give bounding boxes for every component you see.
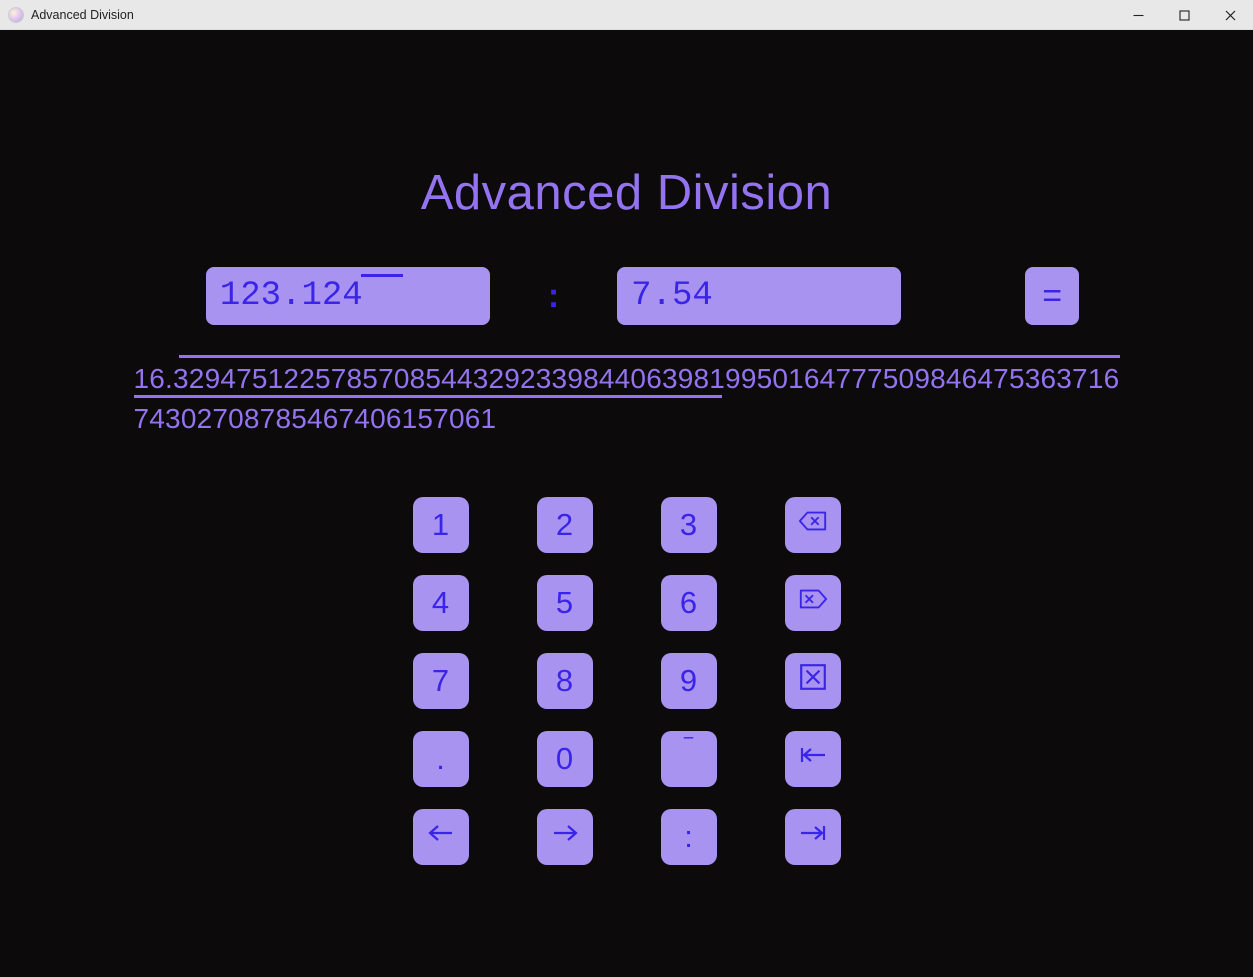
backspace-icon [798,506,828,544]
equals-button[interactable]: = [1025,267,1079,325]
key-home[interactable] [785,731,841,787]
minimize-button[interactable] [1115,0,1161,30]
key-4[interactable]: 4 [413,575,469,631]
key-3[interactable]: 3 [661,497,717,553]
overline-label: ‾ [685,735,693,763]
key-1[interactable]: 1 [413,497,469,553]
key-2[interactable]: 2 [537,497,593,553]
key-colon[interactable]: : [661,809,717,865]
key-delete-forward[interactable] [785,575,841,631]
divisor-field-wrap [617,267,901,325]
key-9[interactable]: 9 [661,653,717,709]
dividend-input[interactable] [206,267,490,325]
repeating-overline-icon [361,274,403,277]
dividend-field-wrap [206,267,490,325]
key-overline[interactable]: ‾ [661,731,717,787]
key-end[interactable] [785,809,841,865]
key-clear[interactable] [785,653,841,709]
close-button[interactable] [1207,0,1253,30]
delete-forward-icon [798,584,828,622]
app-body: Advanced Division : = 16.329475122578570… [0,30,1253,977]
result-line-1: 16.3294751225785708544329233984406398199… [134,363,1041,394]
maximize-button[interactable] [1161,0,1207,30]
result-block: 16.3294751225785708544329233984406398199… [134,359,1120,439]
window-titlebar: Advanced Division [0,0,1253,30]
key-dot[interactable]: . [413,731,469,787]
division-operator-label: : [548,277,559,316]
key-0[interactable]: 0 [537,731,593,787]
key-8[interactable]: 8 [537,653,593,709]
clear-icon [798,662,828,700]
key-7[interactable]: 7 [413,653,469,709]
app-icon [8,7,24,23]
arrow-bar-left-icon [798,740,828,778]
key-backspace[interactable] [785,497,841,553]
key-6[interactable]: 6 [661,575,717,631]
arrow-right-icon [550,818,580,856]
page-title: Advanced Division [0,30,1253,221]
equals-label: = [1042,277,1062,316]
result-overline-icon [179,355,1120,358]
window-title: Advanced Division [31,8,134,22]
key-left[interactable] [413,809,469,865]
arrow-left-icon [426,818,456,856]
key-5[interactable]: 5 [537,575,593,631]
window-controls [1115,0,1253,30]
arrow-bar-right-icon [798,818,828,856]
keypad: 1 2 3 4 5 6 7 8 9 . 0 ‾ [379,497,875,865]
key-right[interactable] [537,809,593,865]
divisor-input[interactable] [617,267,901,325]
result-text: 16.3294751225785708544329233984406398199… [134,359,1120,439]
input-row: : = [0,267,1253,325]
result-underline-icon [134,395,722,398]
